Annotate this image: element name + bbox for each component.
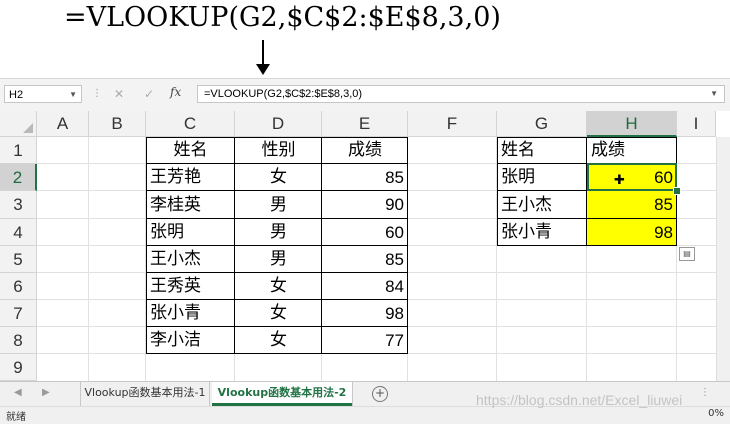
table2-name-cell[interactable]: 张明 (497, 164, 587, 191)
row-header-1[interactable]: 1 (0, 137, 37, 164)
annotation-arrow-head (256, 64, 270, 75)
table1-gender-cell[interactable]: 男 (235, 219, 322, 246)
table1-gender-cell[interactable]: 男 (235, 191, 322, 219)
row-header-4[interactable]: 4 (0, 219, 37, 246)
insert-function-icon[interactable]: fx (170, 85, 181, 99)
column-header-e[interactable]: E (322, 111, 408, 137)
table1-name-cell[interactable]: 王秀英 (146, 273, 235, 300)
next-sheet-icon[interactable]: ▶ (42, 387, 50, 398)
cancel-icon[interactable]: ✕ (110, 85, 128, 103)
table1-gender-cell[interactable]: 女 (235, 300, 322, 327)
row-header-5[interactable]: 5 (0, 246, 37, 273)
table2-name-cell[interactable]: 王小杰 (497, 191, 587, 219)
table2-score-cell[interactable]: 98 (587, 219, 677, 246)
cell-cursor-icon: ✚ (614, 173, 625, 188)
row-header-3[interactable]: 3 (0, 191, 37, 219)
name-box-dropdown-icon[interactable]: ▼ (69, 86, 77, 104)
table1-score-cell[interactable]: 77 (322, 327, 408, 354)
formula-input-text: =VLOOKUP(G2,$C$2:$E$8,3,0) (204, 88, 363, 100)
column-header-h[interactable]: H (587, 111, 677, 137)
prev-sheet-icon[interactable]: ◀ (14, 387, 22, 398)
worksheet-grid[interactable]: A B C D E F G H I 1 2 3 4 5 6 7 8 9 姓名 性… (0, 111, 730, 381)
table2-score-cell[interactable]: 85 (587, 191, 677, 219)
row-header-6[interactable]: 6 (0, 273, 37, 300)
status-ready: 就绪 (6, 412, 26, 423)
annotation-area: =VLOOKUP(G2,$C$2:$E$8,3,0) (0, 0, 730, 76)
table1-name-cell[interactable]: 王小杰 (146, 246, 235, 273)
table1-score-cell[interactable]: 60 (322, 219, 408, 246)
row-header-2[interactable]: 2 (0, 164, 37, 191)
active-cell-selection[interactable] (587, 163, 677, 191)
row-header-9[interactable]: 9 (0, 354, 37, 381)
fill-handle[interactable] (673, 187, 681, 195)
zoom-level[interactable]: 0% (708, 408, 724, 419)
table1-score-cell[interactable]: 85 (322, 246, 408, 273)
table1-header-name[interactable]: 姓名 (146, 137, 235, 164)
name-box[interactable]: H2 ▼ (4, 85, 82, 103)
column-header-c[interactable]: C (146, 111, 235, 137)
table1-score-cell[interactable]: 98 (322, 300, 408, 327)
table1-gender-cell[interactable]: 女 (235, 273, 322, 300)
formula-bar: H2 ▼ ⋮ ✕ ✓ fx =VLOOKUP(G2,$C$2:$E$8,3,0)… (0, 78, 730, 112)
status-bar: 就绪 0% (0, 406, 730, 424)
expand-formula-bar-icon[interactable]: ▼ (710, 86, 718, 102)
table1-gender-cell[interactable]: 女 (235, 327, 322, 354)
table2-name-cell[interactable]: 张小青 (497, 219, 587, 246)
table1-score-cell[interactable]: 84 (322, 273, 408, 300)
column-header-g[interactable]: G (497, 111, 587, 137)
table1-name-cell[interactable]: 张明 (146, 219, 235, 246)
sheet-tab-1[interactable]: Vlookup函数基本用法-1 (80, 382, 210, 406)
table1-name-cell[interactable]: 李小洁 (146, 327, 235, 354)
column-header-i[interactable]: I (677, 111, 716, 137)
table2-header-score[interactable]: 成绩 (587, 137, 677, 164)
formula-bar-splitter-icon[interactable]: ⋮ (92, 88, 102, 99)
table1-header-score[interactable]: 成绩 (322, 137, 408, 164)
annotation-arrow (262, 40, 264, 66)
table1-score-cell[interactable]: 85 (322, 164, 408, 191)
table1-name-cell[interactable]: 张小青 (146, 300, 235, 327)
annotation-formula: =VLOOKUP(G2,$C$2:$E$8,3,0) (64, 2, 501, 33)
name-box-value: H2 (9, 89, 24, 101)
table1-gender-cell[interactable]: 男 (235, 246, 322, 273)
tab-splitter-icon[interactable]: ⋮ (700, 387, 710, 398)
column-header-d[interactable]: D (235, 111, 322, 137)
table1-score-cell[interactable]: 90 (322, 191, 408, 219)
formula-input[interactable]: =VLOOKUP(G2,$C$2:$E$8,3,0) ▼ (197, 85, 725, 103)
gridline (88, 137, 89, 381)
vertical-scrollbar[interactable] (716, 137, 730, 381)
table1-name-cell[interactable]: 李桂英 (146, 191, 235, 219)
row-header-8[interactable]: 8 (0, 327, 37, 354)
table1-header-gender[interactable]: 性别 (235, 137, 322, 164)
column-header-b[interactable]: B (89, 111, 146, 137)
enter-icon[interactable]: ✓ (140, 85, 158, 103)
watermark: https://blog.csdn.net/Excel_liuwei (476, 392, 683, 408)
add-sheet-button[interactable]: + (372, 386, 388, 402)
quick-analysis-icon[interactable]: ▤ (679, 247, 695, 261)
table1-gender-cell[interactable]: 女 (235, 164, 322, 191)
column-header-a[interactable]: A (37, 111, 89, 137)
table2-header-name[interactable]: 姓名 (497, 137, 587, 164)
sheet-tab-2[interactable]: Vlookup函数基本用法-2 (212, 382, 352, 406)
row-header-7[interactable]: 7 (0, 300, 37, 327)
table1-name-cell[interactable]: 王芳艳 (146, 164, 235, 191)
select-all-corner[interactable] (0, 111, 37, 137)
column-header-f[interactable]: F (408, 111, 497, 137)
